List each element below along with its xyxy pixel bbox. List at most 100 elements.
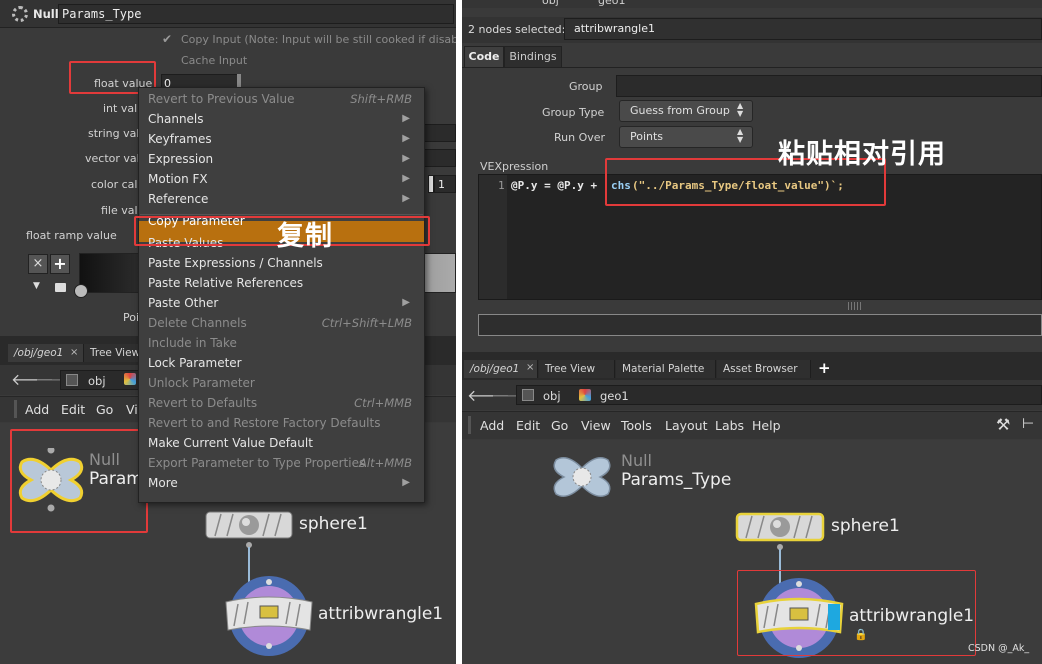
menu-edit-right[interactable]: Edit	[516, 418, 540, 433]
submenu-arrow-icon: ▶	[402, 193, 410, 204]
run-over-dropdown[interactable]: Points	[619, 126, 753, 148]
submenu-arrow-icon: ▶	[402, 153, 410, 164]
context-menu-item-shortcut: Ctrl+Shift+LMB	[321, 316, 412, 330]
watermark: CSDN @_Ak_	[968, 643, 1030, 654]
paste-annotation: 粘贴相对引用	[778, 139, 946, 170]
color-value-label: color calu	[91, 178, 145, 191]
context-menu-item-label: Revert to Defaults	[148, 396, 258, 410]
tab-underline	[462, 67, 1042, 68]
context-menu-item[interactable]: Expression ▶	[148, 149, 418, 169]
ramp-key-handle[interactable]	[74, 284, 88, 298]
group-field[interactable]	[616, 75, 1042, 97]
menu-go-right[interactable]: Go	[551, 418, 568, 433]
ramp-remove-button[interactable]: ×	[28, 254, 48, 274]
submenu-arrow-icon: ▶	[402, 477, 410, 488]
context-menu-item-label: Revert to Previous Value	[148, 92, 295, 106]
path-geo-right[interactable]: geo1	[600, 389, 629, 403]
vex-code-prefix: @P.y = @P.y +	[511, 179, 598, 192]
null-node-name-right: Params_Type	[621, 470, 732, 490]
context-menu-item-label: Make Current Value Default	[148, 436, 313, 450]
context-menu-item: Include in Take	[148, 333, 418, 353]
submenu-arrow-icon: ▶	[402, 133, 410, 144]
context-menu-item-label: Paste Other	[148, 296, 219, 310]
wrangle-node-name: attribwrangle1	[318, 604, 444, 624]
context-menu-item-label: Export Parameter to Type Properties	[148, 456, 366, 470]
context-menu-item-label: More	[148, 476, 178, 490]
copy-input-label: Copy Input (Note: Input will be still co…	[181, 33, 456, 46]
vex-footer-field[interactable]	[478, 314, 1042, 336]
string-value-field[interactable]	[424, 124, 456, 142]
vector-value-field[interactable]	[424, 149, 456, 167]
context-menu-item: Unlock Parameter	[148, 373, 418, 393]
bindings-tab[interactable]: Bindings	[504, 46, 562, 68]
sphere-node-name-right: sphere1	[831, 516, 900, 536]
null-node-icon-right[interactable]	[550, 448, 614, 506]
group-label: Group	[569, 80, 603, 93]
wrench-icon[interactable]: ⚒	[996, 415, 1010, 434]
menu-help-right[interactable]: Help	[752, 418, 781, 433]
ramp-key-icon[interactable]	[55, 283, 66, 292]
path-field-right[interactable]	[516, 385, 1042, 405]
context-menu-item[interactable]: Paste Expressions / Channels	[148, 253, 418, 273]
context-menu-item-label: Lock Parameter	[148, 356, 242, 370]
top-obj: obj	[542, 0, 559, 7]
path-obj-right[interactable]: obj	[543, 389, 561, 403]
wrangle-node-icon[interactable]	[224, 572, 314, 660]
group-type-dropdown[interactable]: Guess from Group	[619, 100, 753, 122]
cache-input-label: Cache Input	[181, 54, 248, 67]
selected-count-label: 2 nodes selected:	[468, 23, 566, 36]
menu-go[interactable]: Go	[96, 402, 113, 417]
sphere-node-icon[interactable]	[205, 508, 293, 548]
menu-layout-right[interactable]: Layout	[665, 418, 708, 433]
context-menu-item: Delete Channels Ctrl+Shift+LMB	[148, 313, 418, 333]
ramp-dropdown-icon[interactable]: ▼	[33, 281, 40, 291]
right-panel: obj geo1 2 nodes selected: attribwrangle…	[462, 0, 1042, 664]
tab-close-icon[interactable]: ×	[70, 347, 78, 358]
context-menu-item[interactable]: Channels ▶	[148, 109, 418, 129]
context-menu-item: Revert to and Restore Factory Defaults	[148, 413, 418, 433]
sphere-node-icon-right[interactable]	[735, 510, 825, 550]
obj-icon-right	[522, 389, 534, 401]
node-type-label: Null	[33, 7, 59, 21]
copy-input-check-icon[interactable]: ✔	[162, 32, 172, 46]
context-menu-item[interactable]: Reference ▶	[148, 189, 418, 209]
menu-edit[interactable]: Edit	[61, 402, 85, 417]
context-menu-item[interactable]: Make Current Value Default	[148, 433, 418, 453]
context-menu-item[interactable]: Motion FX ▶	[148, 169, 418, 189]
context-menu-item-shortcut: Ctrl+MMB	[354, 396, 412, 410]
vex-line-number: 1	[498, 179, 505, 192]
menu-add-right[interactable]: Add	[480, 418, 504, 433]
menu-tools-right[interactable]: Tools	[621, 418, 652, 433]
gear-icon[interactable]	[12, 6, 28, 22]
tree-layout-icon[interactable]: ⊢	[1022, 416, 1034, 432]
group-type-arrows-icon[interactable]: ▲ ▼	[737, 102, 743, 118]
vexpression-label: VEXpression	[480, 160, 549, 173]
menu-view-right[interactable]: View	[581, 418, 611, 433]
context-menu-item-label: Paste Expressions / Channels	[148, 256, 323, 270]
tab-close-icon-right[interactable]: ×	[526, 362, 534, 373]
vex-resize-grip[interactable]	[848, 302, 862, 310]
menu-labs-right[interactable]: Labs	[715, 418, 744, 433]
null-node-highlight-box	[10, 429, 148, 533]
tab-tree-view-right[interactable]: Tree View	[539, 360, 615, 378]
add-tab-button[interactable]: +	[818, 359, 831, 377]
tab-material-palette[interactable]: Material Palette	[616, 360, 716, 378]
code-tab[interactable]: Code	[464, 46, 504, 68]
context-menu-item[interactable]: Paste Relative References	[148, 273, 418, 293]
menu-items-container: Revert to Previous Value Shift+RMB Channel…	[140, 88, 425, 502]
context-menu-item[interactable]: Paste Other ▶	[148, 293, 418, 313]
point-label: Poi	[123, 311, 140, 324]
context-menu-item[interactable]: Keyframes ▶	[148, 129, 418, 149]
path-obj[interactable]: obj	[88, 374, 106, 388]
tab-asset-browser[interactable]: Asset Browser	[717, 360, 811, 378]
run-over-arrows-icon[interactable]: ▲ ▼	[737, 128, 743, 144]
sphere-node-name: sphere1	[299, 514, 368, 534]
menubar-grip-right	[468, 416, 471, 434]
context-menu-item-label: Motion FX	[148, 172, 208, 186]
context-menu-item[interactable]: More ▶	[148, 473, 418, 493]
menu-add[interactable]: Add	[25, 402, 49, 417]
context-menu-item[interactable]: Lock Parameter	[148, 353, 418, 373]
context-menu-item-label: Paste Relative References	[148, 276, 304, 290]
ramp-add-button[interactable]: +	[50, 254, 70, 274]
null-node-type-right: Null	[621, 451, 652, 470]
